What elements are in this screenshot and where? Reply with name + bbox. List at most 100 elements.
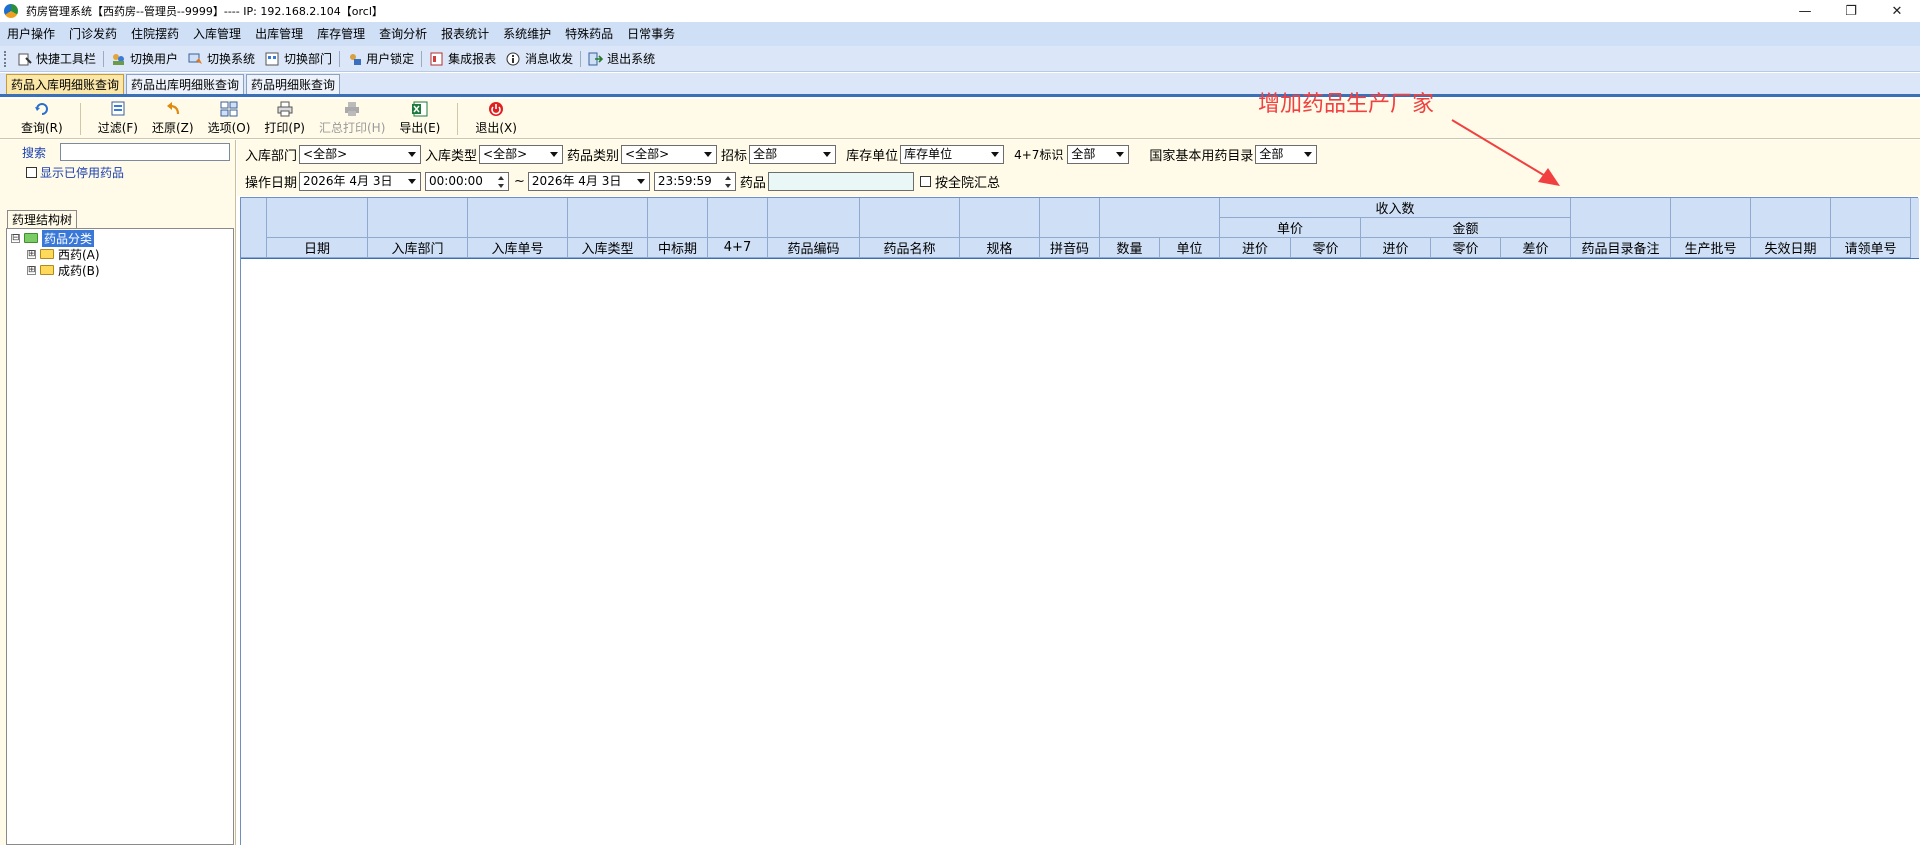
filter-button[interactable]: 过滤(F) xyxy=(91,100,145,138)
col-expiry-date[interactable]: 失效日期 xyxy=(1751,238,1831,258)
tree-node-label: 西药(A) xyxy=(58,247,100,262)
menu-daily[interactable]: 日常事务 xyxy=(620,22,682,46)
document-tabs: 药品入库明细账查询 药品出库明细账查询 药品明细账查询 xyxy=(0,73,1920,97)
col-unit[interactable]: 单位 xyxy=(1160,238,1220,258)
col-stock-in-type[interactable]: 入库类型 xyxy=(568,238,648,258)
col-4plus7[interactable]: 4+7 xyxy=(708,238,768,258)
dept-label: 入库部门 xyxy=(245,148,298,164)
col-unit-retail-price[interactable]: 零价 xyxy=(1291,238,1361,258)
col-catalog-remark[interactable]: 药品目录备注 xyxy=(1571,238,1671,258)
col-quantity[interactable]: 数量 xyxy=(1100,238,1160,258)
menu-stock-out[interactable]: 出库管理 xyxy=(248,22,310,46)
quick-toolbar-label[interactable]: 快捷工具栏 xyxy=(12,50,101,67)
switch-system-button[interactable]: 切换系统 xyxy=(183,50,260,67)
switch-department-button[interactable]: 切换部门 xyxy=(260,50,337,67)
integrated-report-button[interactable]: 集成报表 xyxy=(424,50,501,67)
col-pinyin[interactable]: 拼音码 xyxy=(1040,238,1100,258)
lock-icon xyxy=(347,52,362,66)
menu-user-ops[interactable]: 用户操作 xyxy=(0,22,62,46)
exit-system-button[interactable]: 退出系统 xyxy=(583,50,660,67)
tree-node-label: 药品分类 xyxy=(42,229,95,247)
col-amount-retail[interactable]: 零价 xyxy=(1431,238,1501,258)
show-disabled-checkbox[interactable]: 显示已停用药品 xyxy=(26,164,124,181)
type-select[interactable]: <全部> xyxy=(479,144,564,164)
user-lock-button[interactable]: 用户锁定 xyxy=(342,50,419,67)
national-list-select[interactable]: 全部 xyxy=(1255,144,1318,164)
toolbar-icon xyxy=(17,52,32,66)
tab-drug-ledger[interactable]: 药品明细账查询 xyxy=(246,74,341,94)
switch-system-icon xyxy=(188,52,203,66)
tree-node-western[interactable]: ⊞ 西药(A) xyxy=(27,246,100,262)
unit-select[interactable]: 库存单位 xyxy=(900,144,1005,164)
category-select[interactable]: <全部> xyxy=(621,144,718,164)
messages-button[interactable]: 消息收发 xyxy=(501,50,578,67)
col-stock-in-no[interactable]: 入库单号 xyxy=(468,238,568,258)
undo-arrow-icon xyxy=(164,101,182,117)
tab-stock-in-ledger[interactable]: 药品入库明细账查询 xyxy=(6,74,125,94)
menu-reports[interactable]: 报表统计 xyxy=(434,22,496,46)
switch-user-button[interactable]: 切换用户 xyxy=(106,50,183,67)
close-button[interactable]: ✕ xyxy=(1874,0,1920,22)
bid-select[interactable]: 全部 xyxy=(749,144,837,164)
search-input[interactable] xyxy=(60,143,230,161)
time-from-input[interactable]: 00:00:00 xyxy=(425,171,510,191)
menu-stock-in[interactable]: 入库管理 xyxy=(186,22,248,46)
expand-icon[interactable]: ⊞ xyxy=(27,265,36,275)
drug-input[interactable] xyxy=(767,171,914,191)
title-bar: 药房管理系统【西药房--管理员--9999】---- IP: 192.168.2… xyxy=(0,0,1920,22)
hospital-summary-checkbox[interactable] xyxy=(919,175,931,187)
collapse-icon[interactable]: ⊟ xyxy=(11,233,20,243)
col-stock-in-dept[interactable]: 入库部门 xyxy=(368,238,468,258)
tree-node-root[interactable]: ⊟ 药品分类 xyxy=(11,229,95,247)
col-batch-no[interactable]: 生产批号 xyxy=(1671,238,1751,258)
spin-down-icon[interactable] xyxy=(722,182,734,190)
app-logo-icon xyxy=(4,4,18,18)
grid-body[interactable] xyxy=(241,258,1919,845)
refresh-icon xyxy=(33,101,51,117)
options-button[interactable]: 选项(O) xyxy=(201,100,258,138)
tab-stock-out-ledger[interactable]: 药品出库明细账查询 xyxy=(126,74,245,94)
annotation-arrow-icon xyxy=(1451,119,1560,186)
tree-tab[interactable]: 药理结构树 xyxy=(7,210,78,228)
spin-up-icon[interactable] xyxy=(495,174,507,182)
col-requisition-no[interactable]: 请领单号 xyxy=(1831,238,1911,258)
hospital-summary-label: 按全院汇总 xyxy=(934,175,1000,191)
col-spec[interactable]: 规格 xyxy=(960,238,1040,258)
restore-button[interactable]: ❐ xyxy=(1828,0,1874,22)
col-unit-purchase-price[interactable]: 进价 xyxy=(1220,238,1291,258)
toolbar-grip[interactable] xyxy=(4,50,8,67)
restore-button[interactable]: 还原(Z) xyxy=(145,100,201,138)
date-label: 操作日期 xyxy=(245,175,298,191)
menu-inpatient[interactable]: 住院摆药 xyxy=(124,22,186,46)
export-button[interactable]: 导出(E) xyxy=(392,100,447,138)
category-label: 药品类别 xyxy=(567,148,620,164)
options-icon xyxy=(220,101,238,117)
spin-down-icon[interactable] xyxy=(495,182,507,190)
print-button[interactable]: 打印(P) xyxy=(257,100,312,138)
left-pane: 搜索 显示已停用药品 药理结构树 ⊟ 药品分类 ⊞ 西药(A) ⊞ 成药(B) xyxy=(0,140,236,845)
exit-button[interactable]: 退出(X) xyxy=(468,100,524,138)
chevron-down-icon xyxy=(1301,147,1315,162)
col-drug-name[interactable]: 药品名称 xyxy=(860,238,960,258)
col-amount-diff[interactable]: 差价 xyxy=(1501,238,1571,258)
menu-special-drugs[interactable]: 特殊药品 xyxy=(558,22,620,46)
menu-inventory[interactable]: 库存管理 xyxy=(310,22,372,46)
dept-select[interactable]: <全部> xyxy=(299,144,422,164)
menu-outpatient[interactable]: 门诊发药 xyxy=(62,22,124,46)
date-from-picker[interactable]: 2026年 4月 3日 xyxy=(299,171,422,191)
date-to-picker[interactable]: 2026年 4月 3日 xyxy=(527,171,650,191)
col-bid-period[interactable]: 中标期 xyxy=(648,238,708,258)
tree-node-patent[interactable]: ⊞ 成药(B) xyxy=(27,262,100,278)
menu-query[interactable]: 查询分析 xyxy=(372,22,434,46)
flag47-select[interactable]: 全部 xyxy=(1067,144,1130,164)
spin-up-icon[interactable] xyxy=(722,174,734,182)
menu-system[interactable]: 系统维护 xyxy=(496,22,558,46)
summary-print-button[interactable]: 汇总打印(H) xyxy=(312,100,392,138)
expand-icon[interactable]: ⊞ xyxy=(27,249,36,259)
query-button[interactable]: 查询(R) xyxy=(14,100,70,138)
col-amount-purchase[interactable]: 进价 xyxy=(1361,238,1431,258)
time-to-input[interactable]: 23:59:59 xyxy=(653,171,736,191)
col-date[interactable]: 日期 xyxy=(267,238,368,258)
minimize-button[interactable]: — xyxy=(1782,0,1828,22)
col-drug-code[interactable]: 药品编码 xyxy=(768,238,860,258)
